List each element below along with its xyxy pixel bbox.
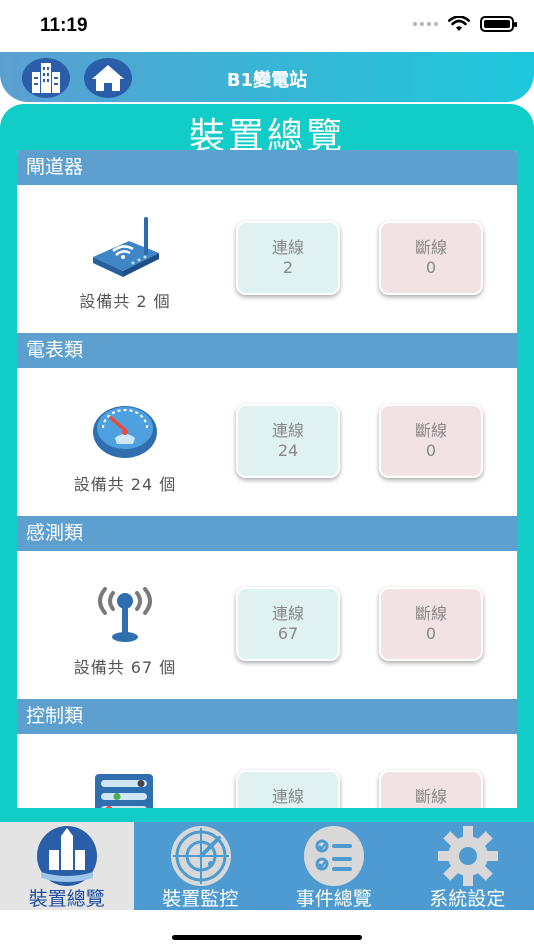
offline-label: 斷線 — [414, 787, 447, 806]
tab-label: 裝置總覽 — [28, 888, 105, 910]
meter-gauge-icon — [93, 406, 157, 458]
section-gateway: 閘道器 設備共 2 個 連線 2 斷線 0 — [17, 150, 517, 333]
device-category-list[interactable]: 閘道器 設備共 2 個 連線 2 斷線 0 電表類 設備共 24 個 連線 24… — [17, 150, 517, 808]
offline-label: 斷線 — [414, 604, 447, 623]
offline-button[interactable]: 斷線 0 — [379, 221, 483, 295]
online-label: 連線 — [271, 238, 304, 257]
offline-value: 0 — [425, 258, 437, 277]
online-button[interactable]: 連線 67 — [236, 587, 340, 661]
bottom-tab-bar: 裝置總覽 裝置監控 事件總覽 系統設定 — [0, 822, 534, 910]
tab-label: 系統設定 — [429, 888, 506, 910]
online-button[interactable]: 連線 — [236, 770, 340, 808]
home-indicator[interactable] — [172, 935, 362, 940]
tab-device-overview[interactable]: 裝置總覽 — [0, 822, 134, 910]
tab-label: 裝置監控 — [162, 888, 239, 910]
sensor-antenna-icon — [98, 587, 152, 642]
section-meters: 電表類 設備共 24 個 連線 24 斷線 0 — [17, 333, 517, 516]
tab-label: 事件總覽 — [295, 888, 372, 910]
section-title: 閘道器 — [17, 150, 517, 185]
control-panel-icon — [95, 774, 153, 808]
online-value: 2 — [282, 258, 294, 277]
tab-system-settings[interactable]: 系統設定 — [401, 822, 534, 910]
section-body: 設備共 67 個 連線 67 斷線 0 — [17, 551, 517, 699]
online-button[interactable]: 連線 2 — [236, 221, 340, 295]
online-button[interactable]: 連線 24 — [236, 404, 340, 478]
section-title: 電表類 — [17, 333, 517, 368]
home-indicator-area — [0, 910, 534, 950]
status-time: 11:19 — [40, 15, 88, 36]
device-overview-icon — [37, 826, 97, 886]
online-label: 連線 — [271, 787, 304, 806]
section-sensors: 感測類 設備共 67 個 連線 67 斷線 0 — [17, 516, 517, 699]
section-title: 控制類 — [17, 699, 517, 734]
header-title: B1變電站 — [226, 70, 308, 91]
offline-label: 斷線 — [414, 238, 447, 257]
online-value: 67 — [277, 624, 299, 643]
radar-icon — [170, 826, 231, 886]
online-label: 連線 — [271, 421, 304, 440]
router-icon — [93, 217, 159, 277]
device-count: 設備共 24 個 — [73, 475, 177, 494]
status-icons — [413, 16, 517, 32]
gear-icon — [437, 826, 498, 886]
checklist-icon — [304, 826, 364, 886]
wifi-icon — [448, 16, 470, 31]
offline-button[interactable]: 斷線 0 — [379, 587, 483, 661]
battery-icon — [480, 16, 517, 32]
online-value: 24 — [277, 441, 299, 460]
online-label: 連線 — [271, 604, 304, 623]
tab-event-overview[interactable]: 事件總覽 — [267, 822, 401, 910]
tab-device-monitor[interactable]: 裝置監控 — [134, 822, 268, 910]
offline-value: 0 — [425, 624, 437, 643]
offline-label: 斷線 — [414, 421, 447, 440]
section-controls: 控制類 連線 斷線 — [17, 699, 517, 808]
offline-value: 0 — [425, 441, 437, 460]
status-bar: 11:19 — [0, 0, 534, 52]
device-count: 設備共 2 個 — [79, 292, 171, 311]
section-title: 感測類 — [17, 516, 517, 551]
offline-button[interactable]: 斷線 0 — [379, 404, 483, 478]
section-body: 連線 斷線 — [17, 734, 517, 808]
offline-button[interactable]: 斷線 — [379, 770, 483, 808]
signal-dots-icon — [413, 22, 438, 26]
section-body: 設備共 2 個 連線 2 斷線 0 — [17, 185, 517, 333]
device-count: 設備共 67 個 — [73, 658, 177, 677]
app-header: B1變電站 — [0, 52, 534, 102]
section-body: 設備共 24 個 連線 24 斷線 0 — [17, 368, 517, 516]
